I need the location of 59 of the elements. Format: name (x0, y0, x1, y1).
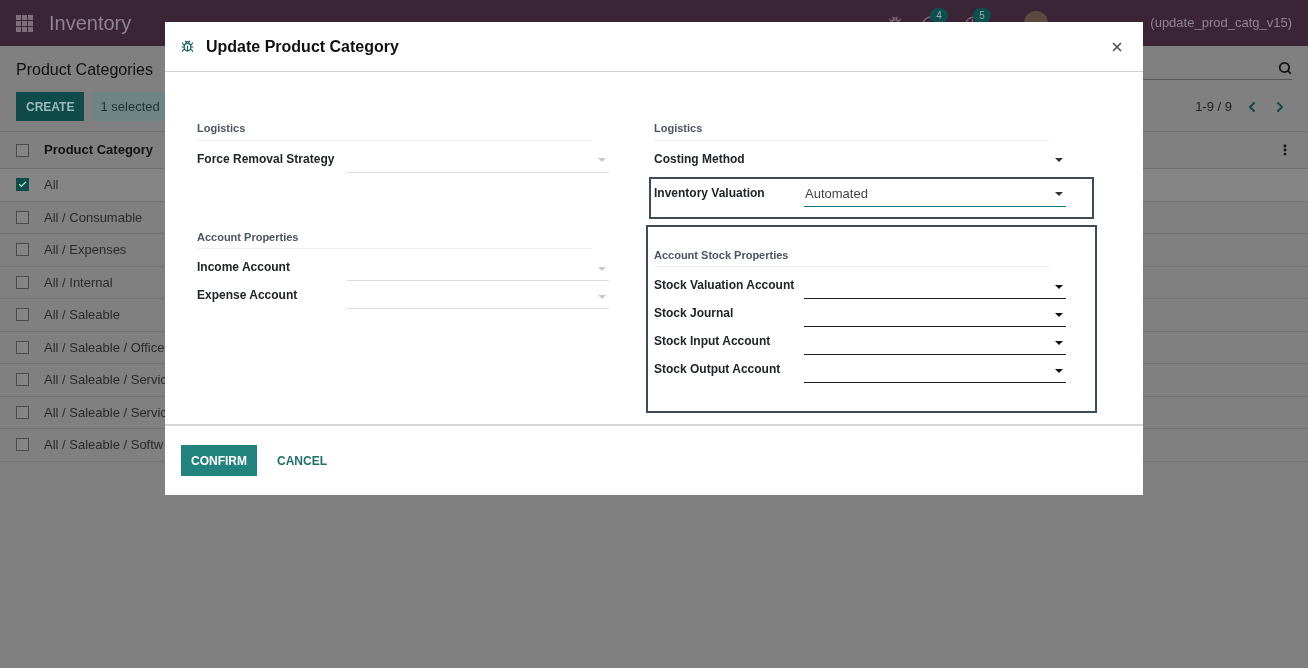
category-name: All / Internal (44, 273, 113, 292)
category-name: All (44, 176, 59, 194)
caret-icon (1055, 284, 1063, 289)
pager: 1-9 / 9 (1195, 97, 1232, 116)
check-icon (18, 180, 27, 190)
checkbox[interactable] (16, 178, 29, 192)
caret-icon (1055, 312, 1063, 317)
field-label: Income Account (197, 259, 291, 276)
checkbox[interactable] (16, 340, 29, 354)
column-header[interactable]: Product Category (44, 140, 154, 160)
checkbox[interactable] (16, 438, 29, 452)
count-badge: 5 (973, 7, 991, 23)
caret-icon (1055, 192, 1063, 196)
field-label: Stock Input Account (654, 333, 772, 350)
group-title: Account Stock Properties (654, 246, 1049, 267)
checkbox[interactable] (16, 143, 29, 157)
field-label: Stock Valuation Account (654, 277, 796, 294)
group-title: Logistics (654, 120, 1049, 141)
field-label: Force Removal Strategy (197, 150, 336, 168)
app-name[interactable]: Inventory (49, 8, 132, 38)
checkbox[interactable] (16, 308, 29, 322)
group-title: Logistics (197, 120, 592, 141)
checkbox[interactable] (16, 405, 29, 419)
category-name: All / Saleable / Office (44, 338, 165, 357)
caret-icon (1055, 368, 1063, 373)
group-title: Account Properties (197, 228, 592, 249)
checkbox[interactable] (16, 210, 29, 224)
apps-grid-icon[interactable] (16, 14, 33, 32)
caret-icon (1055, 158, 1063, 162)
field-label: Stock Journal (654, 305, 735, 322)
category-name: All / Saleable / Softw (44, 436, 164, 454)
field-label: Costing Method (654, 150, 746, 168)
caret-icon (598, 266, 606, 271)
field-value: Automated (804, 185, 868, 204)
category-name: All / Expenses (44, 241, 127, 259)
category-name: All / Saleable (44, 306, 120, 324)
checkbox[interactable] (16, 275, 29, 289)
field-label: Stock Output Account (654, 361, 782, 378)
selection-count: 1 selected (92, 92, 168, 121)
bug-icon (181, 40, 194, 53)
user-name[interactable]: (update_prod_catg_v15) (1150, 13, 1292, 33)
caret-icon (1055, 340, 1063, 345)
cancel-button[interactable]: CANCEL (261, 445, 343, 476)
category-name: All / Saleable / Servic (44, 371, 167, 389)
field-label: Expense Account (197, 287, 299, 304)
caret-icon (598, 294, 606, 299)
create-button[interactable]: CREATE (16, 92, 85, 121)
page-title: Product Categories (16, 60, 153, 80)
caret-icon (598, 158, 606, 162)
field-label: Inventory Valuation (654, 184, 766, 202)
category-name: All / Consumable (44, 208, 143, 227)
checkbox[interactable] (16, 373, 29, 387)
dropdown-field[interactable]: Automated (804, 182, 1066, 207)
confirm-button[interactable]: CONFIRM (181, 445, 257, 476)
count-badge: 4 (930, 7, 948, 23)
dialog-title: Update Product Category (206, 36, 399, 57)
search-icon[interactable] (1278, 60, 1292, 75)
checkbox[interactable] (16, 243, 29, 257)
category-name: All / Saleable / Servic (44, 403, 167, 422)
